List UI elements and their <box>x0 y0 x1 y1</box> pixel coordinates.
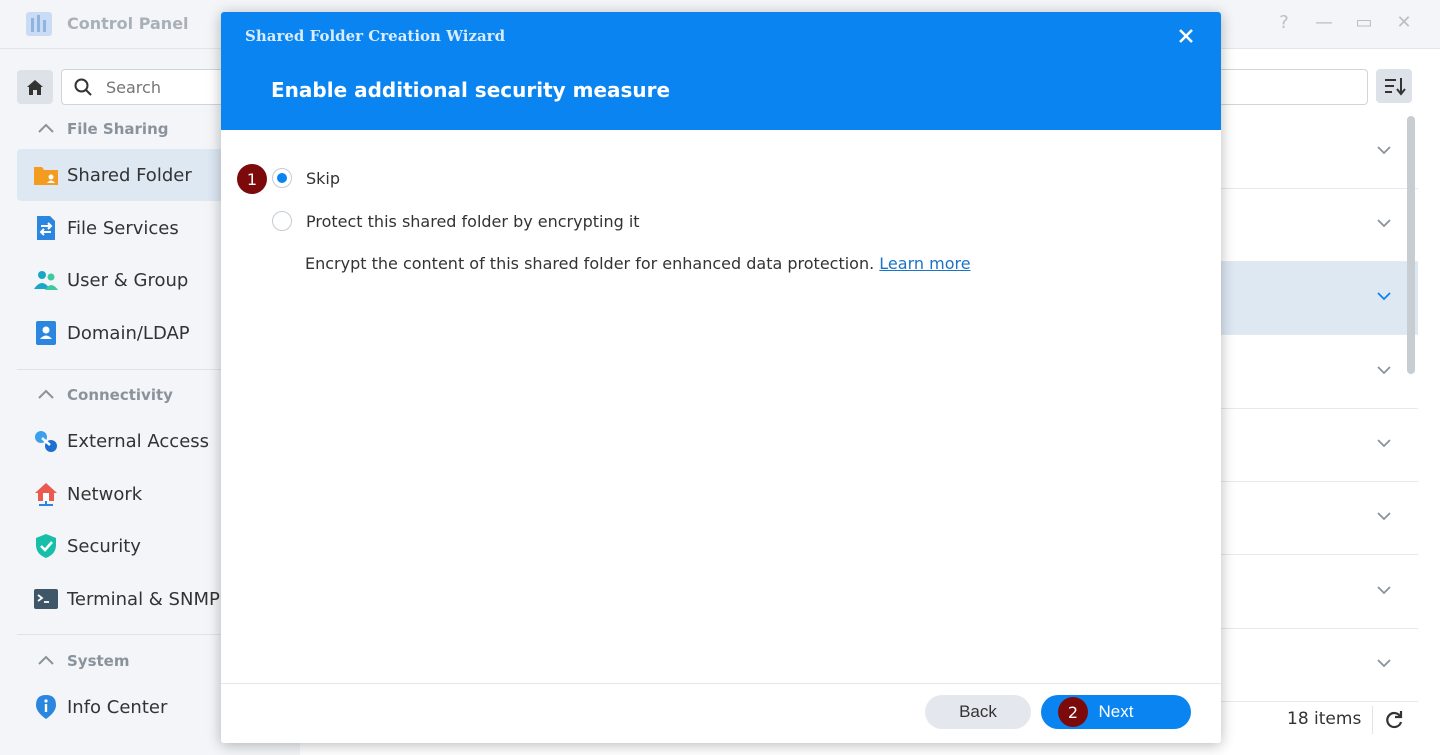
refresh-icon[interactable] <box>1383 709 1405 731</box>
file-services-icon <box>37 216 55 240</box>
chevron-down-icon <box>1377 439 1391 448</box>
section-label: System <box>67 652 130 670</box>
chevron-down-icon <box>1377 512 1391 521</box>
shared-folder-icon <box>34 167 58 185</box>
list-row[interactable] <box>1221 629 1418 702</box>
step-badge-1: 1 <box>237 164 267 194</box>
section-label: File Sharing <box>67 120 169 138</box>
maximize-icon[interactable]: ▭ <box>1352 12 1376 33</box>
home-button[interactable] <box>17 70 53 104</box>
sidebar-item-label: Domain/LDAP <box>67 322 190 344</box>
help-icon[interactable]: ? <box>1272 12 1296 33</box>
info-center-icon <box>36 695 56 719</box>
external-access-icon <box>35 431 57 452</box>
chevron-up-icon <box>38 389 54 399</box>
sidebar-item-label: User & Group <box>67 269 189 291</box>
chevron-down-icon <box>1377 219 1391 228</box>
search-icon <box>74 78 92 96</box>
sidebar-item-terminal-snmp[interactable]: Terminal & SNMP <box>17 573 237 625</box>
window-title: Control Panel <box>67 14 189 33</box>
footer-divider <box>1372 706 1373 734</box>
sidebar-item-label: Security <box>67 535 141 557</box>
minimize-icon[interactable]: — <box>1312 12 1336 33</box>
user-group-icon <box>34 271 58 290</box>
encrypt-radio[interactable] <box>272 211 292 231</box>
wizard-dialog: Shared Folder Creation Wizard Enable add… <box>221 12 1221 743</box>
sidebar-divider <box>17 634 237 635</box>
list-scrollbar[interactable] <box>1407 116 1415 374</box>
chevron-up-icon <box>38 123 54 133</box>
list-row[interactable] <box>1221 336 1418 409</box>
list-row[interactable] <box>1221 189 1418 262</box>
list-search-field[interactable] <box>1210 69 1368 105</box>
skip-label: Skip <box>306 168 341 188</box>
sidebar-item-label: File Services <box>67 217 179 239</box>
section-file-sharing[interactable]: File Sharing <box>36 120 168 138</box>
network-icon <box>35 483 57 506</box>
encrypt-description: Encrypt the content of this shared folde… <box>305 254 971 273</box>
list-row[interactable] <box>1221 409 1418 482</box>
chevron-down-icon <box>1377 146 1391 155</box>
wizard-footer-divider <box>221 683 1221 684</box>
close-window-icon[interactable]: ✕ <box>1392 12 1416 33</box>
sidebar-item-label: Terminal & SNMP <box>67 588 220 610</box>
control-panel-icon <box>26 12 52 36</box>
next-label: Next <box>1098 702 1134 721</box>
sidebar-item-shared-folder[interactable]: Shared Folder <box>17 149 237 201</box>
sidebar-item-external-access[interactable]: External Access <box>17 415 237 467</box>
sort-button[interactable] <box>1376 69 1412 103</box>
sidebar-item-file-services[interactable]: File Services <box>17 202 237 254</box>
wizard-title: Shared Folder Creation Wizard <box>245 27 506 45</box>
wizard-header: Shared Folder Creation Wizard Enable add… <box>221 12 1221 130</box>
domain-ldap-icon <box>36 321 56 345</box>
sidebar-item-label: Info Center <box>67 696 168 718</box>
list-row[interactable] <box>1221 556 1418 629</box>
skip-radio[interactable] <box>272 168 292 188</box>
option-encrypt[interactable]: Protect this shared folder by encrypting… <box>272 211 640 231</box>
sort-icon <box>1385 78 1406 96</box>
search-input[interactable] <box>104 75 228 99</box>
home-icon <box>27 80 43 95</box>
encrypt-label: Protect this shared folder by encrypting… <box>306 211 640 231</box>
sidebar-item-label: External Access <box>67 430 210 452</box>
sidebar-item-info-center[interactable]: Info Center <box>17 681 237 733</box>
item-count: 18 items <box>1287 709 1362 729</box>
sidebar-search[interactable] <box>61 69 233 105</box>
list-row[interactable] <box>1221 116 1418 189</box>
list-row[interactable] <box>1221 482 1418 555</box>
close-icon[interactable] <box>1174 24 1198 48</box>
terminal-icon <box>34 589 58 609</box>
step-badge-2: 2 <box>1058 697 1088 727</box>
section-label: Connectivity <box>67 386 173 404</box>
security-shield-icon <box>36 534 56 558</box>
sidebar-item-security[interactable]: Security <box>17 520 237 572</box>
sidebar-divider <box>17 369 237 370</box>
back-button[interactable]: Back <box>925 695 1031 729</box>
sidebar-item-user-group[interactable]: User & Group <box>17 254 237 306</box>
learn-more-link[interactable]: Learn more <box>879 254 970 273</box>
list-row-selected[interactable] <box>1221 262 1418 335</box>
sidebar-item-label: Shared Folder <box>67 164 192 186</box>
chevron-down-icon <box>1377 366 1391 375</box>
section-system[interactable]: System <box>36 652 129 670</box>
chevron-up-icon <box>38 655 54 665</box>
description-text: Encrypt the content of this shared folde… <box>305 254 875 273</box>
sidebar-item-domain-ldap[interactable]: Domain/LDAP <box>17 307 237 359</box>
chevron-down-icon <box>1377 292 1391 301</box>
option-skip[interactable]: Skip <box>272 168 340 188</box>
section-connectivity[interactable]: Connectivity <box>36 386 173 404</box>
wizard-heading: Enable additional security measure <box>271 78 671 102</box>
chevron-down-icon <box>1377 586 1391 595</box>
sidebar-item-network[interactable]: Network <box>17 468 237 520</box>
chevron-down-icon <box>1377 659 1391 668</box>
sidebar-item-label: Network <box>67 483 143 505</box>
